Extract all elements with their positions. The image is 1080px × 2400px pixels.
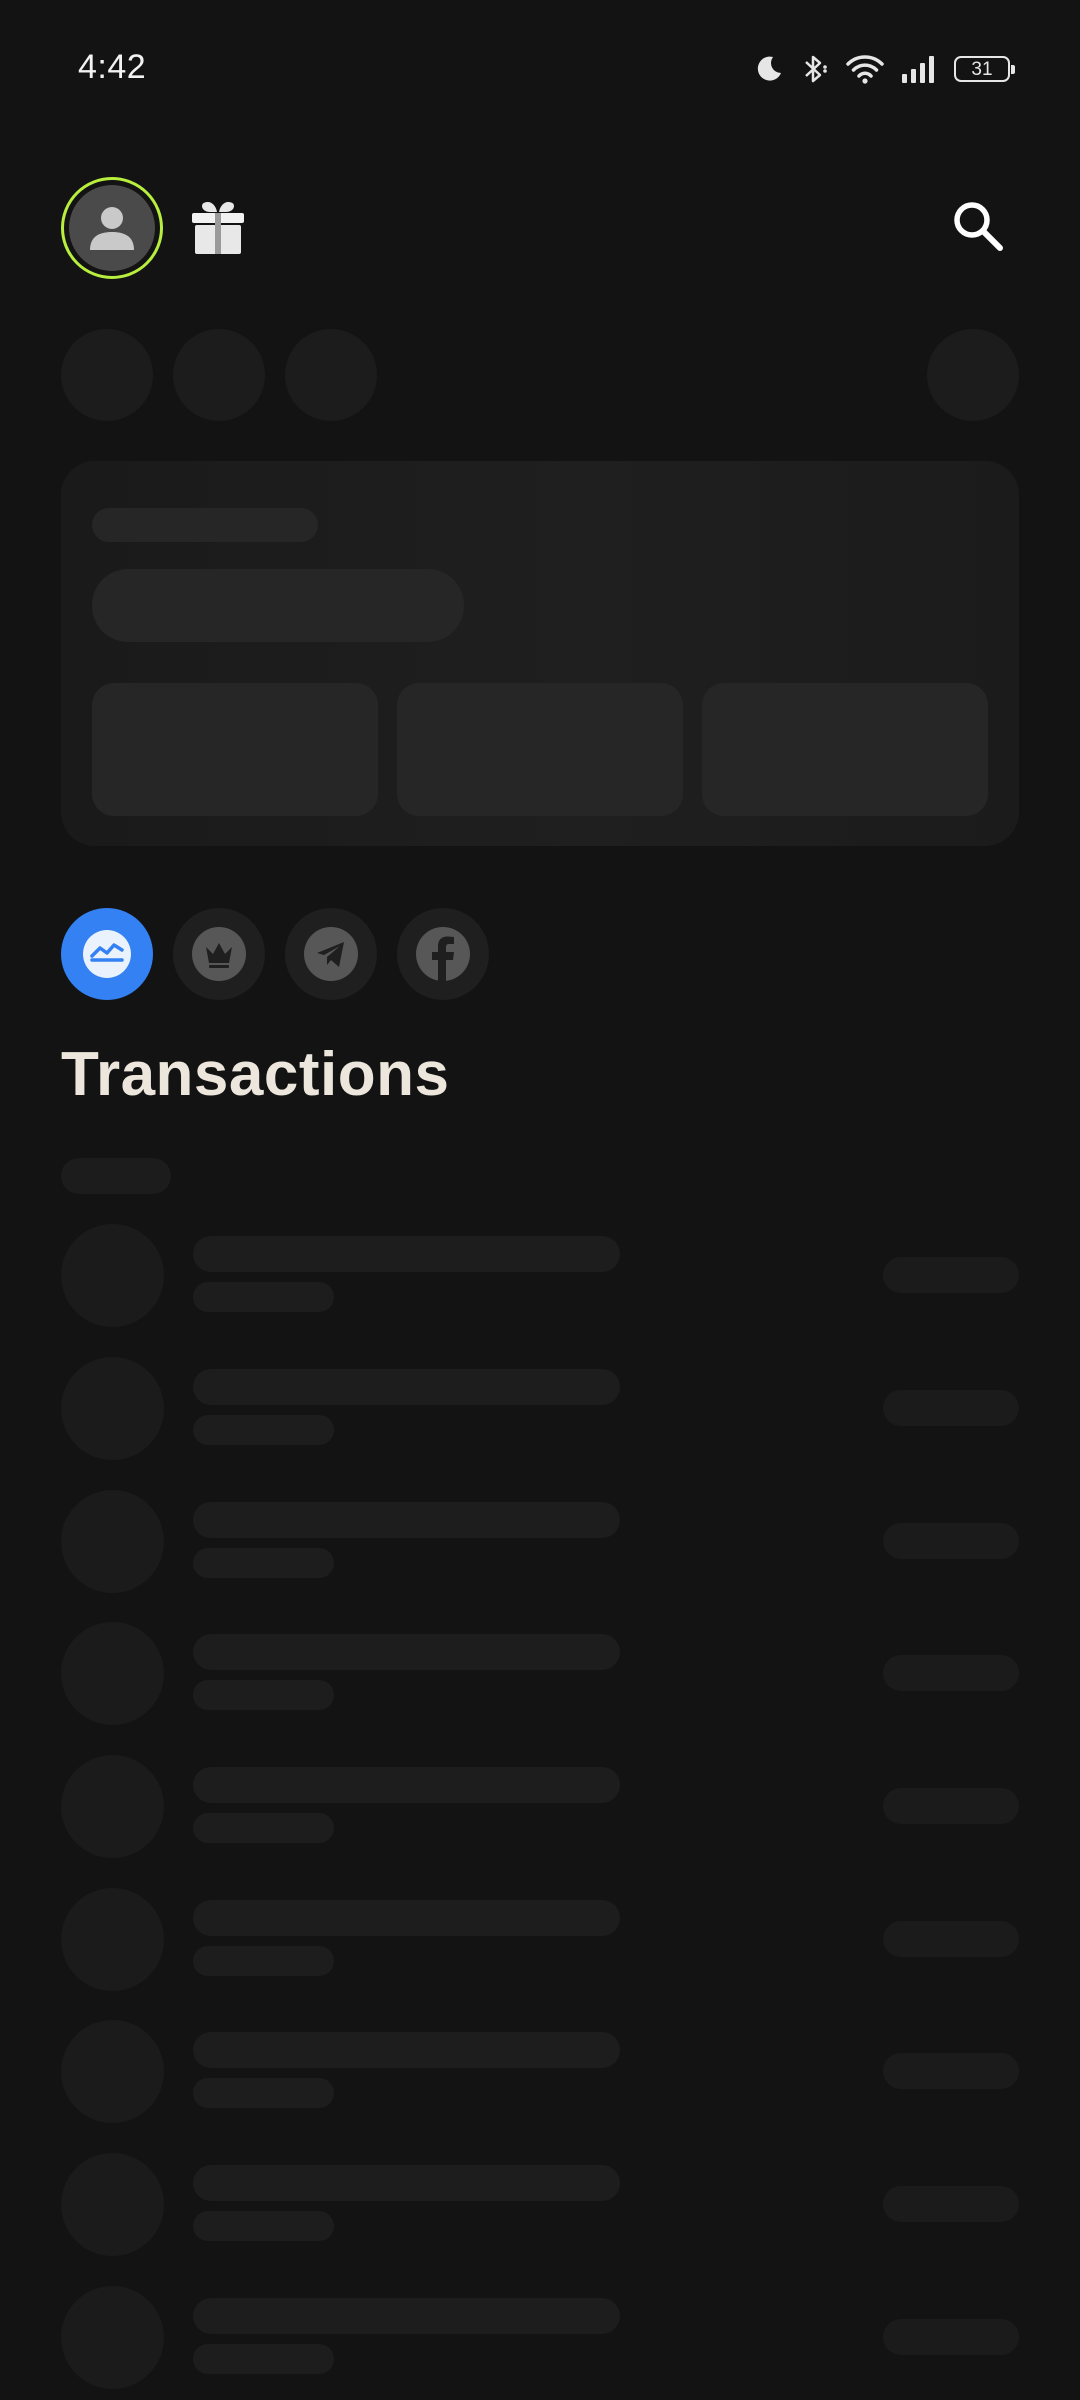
skeleton-amount	[883, 1921, 1019, 1957]
skeleton-chip	[927, 329, 1019, 421]
skeleton-line	[193, 2344, 334, 2374]
bluetooth-icon	[805, 55, 827, 83]
skeleton-line	[193, 1548, 334, 1578]
skeleton-line	[193, 1415, 334, 1445]
skeleton-line	[193, 1369, 620, 1405]
skeleton-transaction-row	[0, 2153, 1080, 2257]
battery-level: 31	[971, 58, 993, 80]
skeleton-avatar	[61, 1755, 164, 1858]
wifi-icon	[846, 55, 884, 84]
skeleton-amount	[883, 1257, 1019, 1293]
skeleton-avatar	[61, 2020, 164, 2123]
chart-line-icon	[83, 930, 131, 978]
profile-avatar-button[interactable]	[61, 177, 163, 279]
skeleton-amount	[883, 1390, 1019, 1426]
skeleton-transaction-row	[0, 2286, 1080, 2390]
skeleton-block	[92, 683, 378, 816]
skeleton-transaction-row	[0, 1622, 1080, 1726]
skeleton-amount	[883, 1788, 1019, 1824]
skeleton-avatar	[61, 1888, 164, 1991]
skeleton-transaction-row	[0, 1357, 1080, 1461]
skeleton-line	[193, 1634, 620, 1670]
status-time: 4:42	[78, 48, 147, 86]
skeleton-line	[193, 1900, 620, 1936]
skeleton-transaction-row	[0, 1490, 1080, 1594]
skeleton-avatar	[61, 2153, 164, 2256]
skeleton-line	[193, 1680, 334, 1710]
filter-facebook-button[interactable]	[397, 908, 489, 1000]
skeleton-avatar	[61, 2286, 164, 2389]
skeleton-chip	[173, 329, 265, 421]
skeleton-line	[193, 1767, 620, 1803]
skeleton-line	[92, 569, 464, 642]
skeleton-chip	[285, 329, 377, 421]
person-icon	[90, 207, 134, 250]
skeleton-transaction-row	[0, 1755, 1080, 1859]
skeleton-line	[193, 2165, 620, 2201]
moon-icon	[757, 56, 781, 81]
skeleton-date-label	[61, 1158, 171, 1194]
skeleton-amount	[883, 2319, 1019, 2355]
skeleton-line	[92, 508, 318, 542]
skeleton-line	[193, 1282, 334, 1312]
skeleton-line	[193, 1813, 334, 1843]
skeleton-block	[702, 683, 988, 816]
skeleton-avatar	[61, 1622, 164, 1725]
skeleton-line	[193, 1236, 620, 1272]
app-screen: 4:42 31 Transactions	[0, 0, 1080, 2400]
skeleton-transaction-row	[0, 1888, 1080, 1992]
skeleton-amount	[883, 1523, 1019, 1559]
cellular-signal-icon	[902, 56, 934, 83]
status-icons: 31	[754, 52, 1015, 86]
skeleton-avatar	[61, 1224, 164, 1327]
telegram-icon	[304, 927, 358, 981]
filter-telegram-button[interactable]	[285, 908, 377, 1000]
skeleton-line	[193, 2078, 334, 2108]
facebook-icon	[416, 927, 470, 981]
skeleton-transaction-row	[0, 1224, 1080, 1328]
battery-icon: 31	[954, 56, 1015, 82]
gift-icon[interactable]	[190, 198, 246, 256]
avatar	[69, 185, 155, 271]
filter-crown-button[interactable]	[173, 908, 265, 1000]
skeleton-transaction-row	[0, 2020, 1080, 2124]
filter-chart-button[interactable]	[61, 908, 153, 1000]
skeleton-chip	[61, 329, 153, 421]
crown-icon	[192, 927, 246, 981]
skeleton-balance-card	[61, 461, 1019, 846]
skeleton-block	[397, 683, 683, 816]
skeleton-amount	[883, 2053, 1019, 2089]
skeleton-line	[193, 1946, 334, 1976]
status-bar: 4:42 31	[0, 0, 1080, 130]
skeleton-line	[193, 2032, 620, 2068]
skeleton-avatar	[61, 1357, 164, 1460]
skeleton-avatar	[61, 1490, 164, 1593]
page-title: Transactions	[61, 1040, 450, 1109]
skeleton-amount	[883, 1655, 1019, 1691]
skeleton-line	[193, 2211, 334, 2241]
skeleton-line	[193, 1502, 620, 1538]
skeleton-amount	[883, 2186, 1019, 2222]
search-icon[interactable]	[948, 196, 1008, 256]
skeleton-line	[193, 2298, 620, 2334]
